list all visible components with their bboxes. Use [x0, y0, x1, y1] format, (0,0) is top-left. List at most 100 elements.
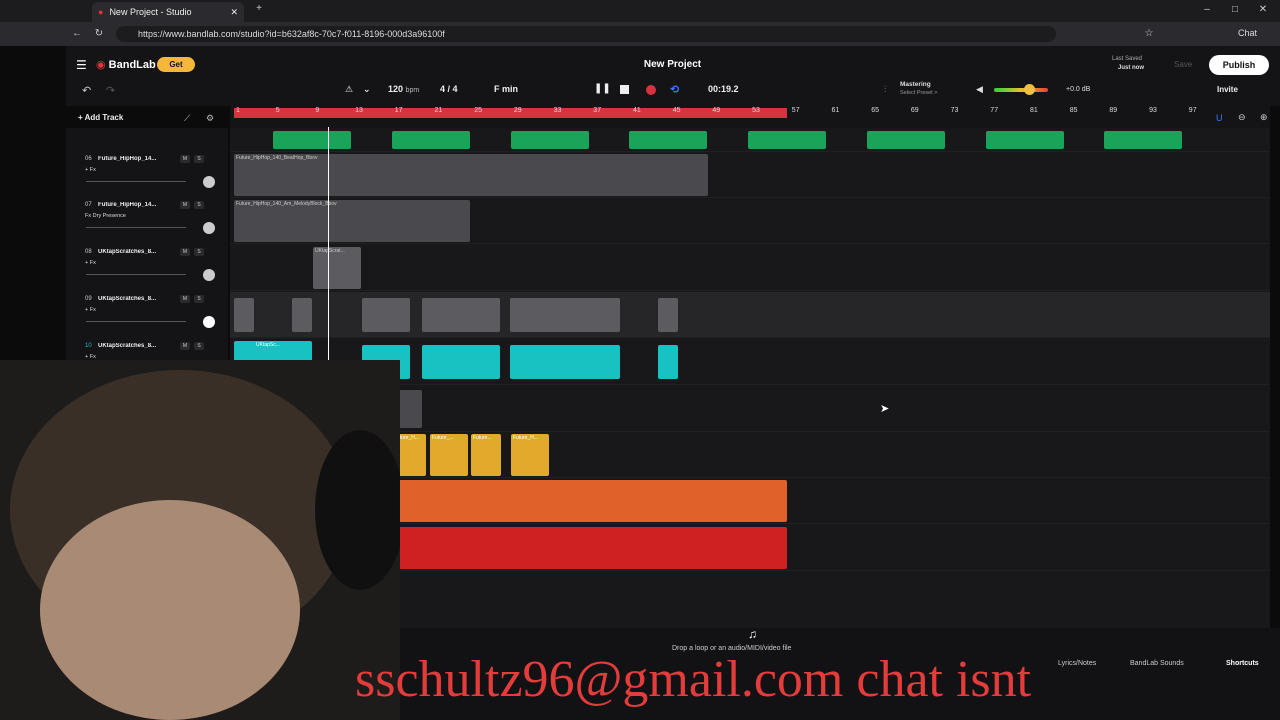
audio-clip[interactable]	[273, 131, 351, 149]
maximize-icon[interactable]: □	[1226, 4, 1244, 15]
audio-clip[interactable]	[234, 298, 254, 332]
project-title[interactable]: New Project	[600, 59, 745, 70]
track-lane[interactable]: UKtapScrat...	[230, 245, 1270, 291]
back-icon[interactable]: ←	[68, 28, 86, 39]
save-button[interactable]: Save	[1174, 60, 1192, 69]
track-pan-knob[interactable]	[203, 176, 215, 188]
audio-clip[interactable]	[867, 131, 945, 149]
key-display[interactable]: F min	[494, 84, 518, 94]
lyrics-notes-button[interactable]: Lyrics/Notes	[1058, 660, 1096, 667]
audio-clip[interactable]: Future_...	[430, 434, 468, 476]
master-volume-slider[interactable]	[994, 88, 1048, 92]
loop-icon[interactable]: ⟲	[670, 83, 679, 96]
redo-icon[interactable]: ↷	[106, 84, 115, 97]
stop-icon[interactable]	[620, 85, 629, 94]
track-fx[interactable]: Fx Dry Presence	[85, 213, 126, 219]
mute-button[interactable]: M	[180, 155, 190, 163]
track-name[interactable]: UKtapScratches_8...	[98, 249, 164, 255]
solo-button[interactable]: S	[194, 342, 204, 350]
audio-clip[interactable]	[511, 131, 589, 149]
audio-clip[interactable]	[392, 480, 787, 522]
solo-button[interactable]: S	[194, 295, 204, 303]
invite-button[interactable]: Invite	[1217, 85, 1238, 94]
mute-button[interactable]: M	[180, 342, 190, 350]
solo-button[interactable]: S	[194, 248, 204, 256]
publish-button[interactable]: Publish	[1209, 55, 1269, 75]
zoom-out-icon[interactable]: ⊖	[1238, 112, 1246, 123]
audio-clip[interactable]	[986, 131, 1064, 149]
audio-clip[interactable]	[392, 527, 787, 569]
track-lane[interactable]: Future_HipHop_140_BeatHop_Bbov	[230, 152, 1270, 198]
brand-logo[interactable]: ◉ BandLab	[96, 58, 156, 71]
close-tab-icon[interactable]: ✕	[230, 7, 238, 18]
mastering-preset[interactable]: Select Preset >	[900, 90, 937, 96]
get-button[interactable]: Get	[157, 57, 195, 72]
audio-clip[interactable]	[422, 298, 500, 332]
audio-clip[interactable]	[422, 345, 500, 379]
close-window-icon[interactable]: ✕	[1254, 4, 1272, 15]
track-header[interactable]: 09 UKtapScratches_8... + Fx M S	[66, 292, 228, 338]
shortcuts-button[interactable]: Shortcuts	[1226, 660, 1259, 667]
mute-button[interactable]: M	[180, 295, 190, 303]
new-tab-icon[interactable]: +	[250, 3, 268, 14]
bandlab-sounds-button[interactable]: BandLab Sounds	[1130, 660, 1184, 667]
url-field[interactable]: https://www.bandlab.com/studio?id=b632af…	[116, 26, 1056, 42]
solo-button[interactable]: S	[194, 201, 204, 209]
mute-button[interactable]: M	[180, 201, 190, 209]
track-lane[interactable]	[230, 128, 1270, 152]
audio-clip[interactable]	[510, 298, 620, 332]
track-settings-icon[interactable]: ⚙	[206, 113, 214, 124]
track-volume-slider[interactable]	[86, 274, 186, 275]
audio-clip[interactable]	[392, 131, 470, 149]
audio-clip[interactable]	[510, 345, 620, 379]
track-volume-slider[interactable]	[86, 227, 186, 228]
track-fx[interactable]: + Fx	[85, 307, 96, 313]
audio-clip[interactable]	[1104, 131, 1182, 149]
track-name[interactable]: Future_HipHop_14...	[98, 202, 164, 208]
pause-icon[interactable]: ❚❚	[594, 83, 611, 94]
audio-clip[interactable]: Future_H...	[511, 434, 549, 476]
metronome-icon[interactable]: ⚠	[345, 84, 353, 95]
speaker-icon[interactable]: ◀	[976, 84, 983, 95]
record-icon[interactable]	[646, 85, 656, 95]
automation-icon[interactable]: ⟋	[184, 113, 190, 124]
tempo-display[interactable]: 120 bpm	[388, 84, 419, 94]
time-signature[interactable]: 4 / 4	[440, 84, 458, 94]
audio-clip[interactable]	[658, 298, 678, 332]
zoom-in-icon[interactable]: ⊕	[1260, 112, 1268, 123]
track-pan-knob[interactable]	[203, 269, 215, 281]
mute-button[interactable]: M	[180, 248, 190, 256]
track-name[interactable]: UKtapScratches_8...	[98, 296, 164, 302]
track-volume-slider[interactable]	[86, 181, 186, 182]
audio-clip[interactable]	[292, 298, 312, 332]
metronome-dropdown-icon[interactable]: ⌄	[363, 84, 371, 95]
audio-clip[interactable]	[748, 131, 826, 149]
audio-clip[interactable]	[362, 298, 410, 332]
audio-clip[interactable]: Future...	[471, 434, 501, 476]
snap-icon[interactable]: U	[1216, 113, 1223, 123]
minimize-icon[interactable]: –	[1198, 4, 1216, 15]
track-header[interactable]: 06 Future_HipHop_14... + Fx M S	[66, 152, 228, 198]
track-name[interactable]: UKtapScratches_8...	[98, 343, 164, 349]
track-fx[interactable]: + Fx	[85, 167, 96, 173]
audio-clip[interactable]: UKtapScrat...	[313, 247, 361, 289]
audio-clip[interactable]	[629, 131, 707, 149]
audio-clip[interactable]: Future_HipHop_140_BeatHop_Bbov	[234, 154, 708, 196]
audio-clip[interactable]	[658, 345, 678, 379]
reload-icon[interactable]: ↻	[90, 28, 108, 39]
solo-button[interactable]: S	[194, 155, 204, 163]
audio-clip[interactable]: Future_HipHop_140_Am_MelodyBlock_Bbov	[234, 200, 470, 242]
track-pan-knob[interactable]	[203, 222, 215, 234]
track-name[interactable]: Future_HipHop_14...	[98, 156, 164, 162]
track-lane[interactable]	[230, 292, 1270, 338]
track-header[interactable]: 08 UKtapScratches_8... + Fx M S	[66, 245, 228, 291]
track-fx[interactable]: + Fx	[85, 260, 96, 266]
track-lane[interactable]: Future_HipHop_140_Am_MelodyBlock_Bbov	[230, 198, 1270, 244]
browser-tab[interactable]: ● New Project - Studio ✕	[92, 2, 244, 22]
track-pan-knob[interactable]	[203, 316, 215, 328]
favorite-star-icon[interactable]: ☆	[1140, 28, 1158, 39]
track-header[interactable]: 07 Future_HipHop_14... Fx Dry Presence M…	[66, 198, 228, 244]
undo-icon[interactable]: ↶	[82, 84, 91, 97]
chat-button[interactable]: Chat	[1238, 28, 1257, 38]
master-volume-knob[interactable]	[1024, 84, 1035, 95]
